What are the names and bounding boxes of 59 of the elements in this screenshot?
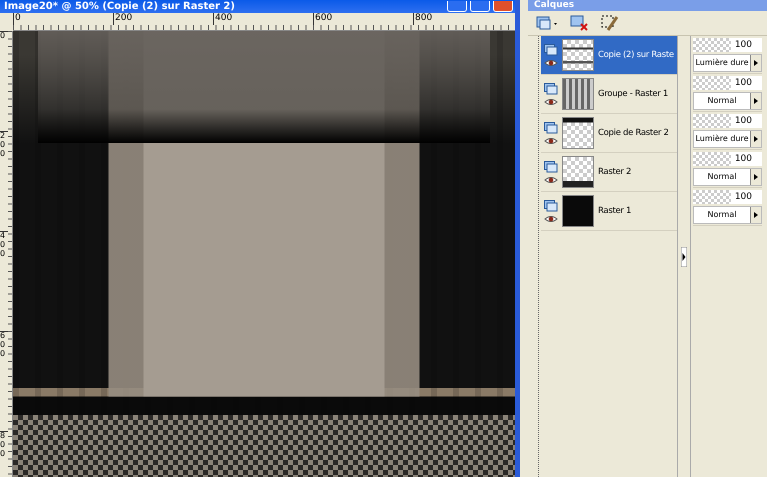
opacity-field[interactable]: 100	[693, 38, 762, 52]
layer-name: Copie de Raster 2	[598, 128, 669, 138]
close-icon[interactable]	[493, 1, 513, 12]
ruler-label: 0	[0, 31, 8, 131]
eye-icon[interactable]	[544, 58, 558, 66]
layer-name: Raster 1	[598, 206, 632, 216]
dropdown-arrow-icon	[754, 174, 758, 180]
layer-icon	[544, 44, 558, 56]
minimize-icon[interactable]	[447, 1, 467, 12]
ruler-label: 200	[113, 13, 213, 25]
eye-icon[interactable]	[544, 214, 558, 222]
layer-name: Groupe - Raster 1	[598, 89, 668, 99]
maximize-icon[interactable]	[470, 1, 490, 12]
layer-thumbnail	[562, 117, 594, 149]
new-layer-icon[interactable]	[536, 15, 560, 31]
opacity-field[interactable]: 100	[693, 76, 762, 90]
expand-arrow-icon[interactable]	[681, 246, 687, 266]
layer-thumbnail	[562, 156, 594, 188]
blend-mode-dropdown[interactable]: Lumière dure	[693, 54, 762, 72]
blend-mode-dropdown[interactable]: Normal	[693, 92, 762, 110]
ruler-label: 800	[0, 431, 8, 477]
dropdown-arrow-icon	[754, 98, 758, 104]
layer-row[interactable]: Raster 2	[541, 153, 677, 192]
blend-mode-dropdown[interactable]: Lumière dure	[693, 130, 762, 148]
dropdown-arrow-icon	[754, 60, 758, 66]
blend-mode-dropdown[interactable]: Normal	[693, 206, 762, 224]
panel-title: Calques	[534, 0, 574, 11]
ruler-label: 400	[0, 231, 8, 331]
dropdown-arrow-icon	[754, 136, 758, 142]
dropdown-arrow-icon	[754, 212, 758, 218]
layer-thumbnail	[562, 39, 594, 71]
ruler-label: 0	[13, 13, 113, 25]
blend-mode-dropdown[interactable]: Normal	[693, 168, 762, 186]
opacity-field[interactable]: 100	[693, 190, 762, 204]
window-title: Image20* @ 50% (Copie (2) sur Raster 2)	[4, 0, 235, 12]
layer-icon	[544, 122, 558, 134]
layer-icon	[544, 82, 558, 94]
delete-layer-icon[interactable]	[570, 14, 590, 32]
ruler-label: 400	[213, 13, 313, 25]
ruler-label: 600	[0, 331, 8, 431]
ruler-label: 200	[0, 131, 8, 231]
opacity-field[interactable]: 100	[693, 152, 762, 166]
layer-row[interactable]: Copie (2) sur Raste	[541, 36, 677, 75]
eye-icon[interactable]	[544, 136, 558, 144]
layer-row[interactable]: Raster 1	[541, 192, 677, 231]
layer-name: Copie (2) sur Raste	[598, 50, 674, 60]
edit-selection-icon[interactable]	[600, 13, 620, 33]
opacity-field[interactable]: 100	[693, 114, 762, 128]
layer-icon	[544, 160, 558, 172]
layer-name: Raster 2	[598, 167, 632, 177]
ruler-label: 600	[313, 13, 413, 25]
layer-row[interactable]: Groupe - Raster 1	[541, 75, 677, 114]
layer-thumbnail	[562, 78, 594, 110]
layer-thumbnail	[562, 195, 594, 227]
ruler-label: 800	[413, 13, 513, 25]
eye-icon[interactable]	[544, 98, 558, 106]
eye-icon[interactable]	[544, 176, 558, 184]
layer-row[interactable]: Copie de Raster 2	[541, 114, 677, 153]
layer-icon	[544, 200, 558, 212]
